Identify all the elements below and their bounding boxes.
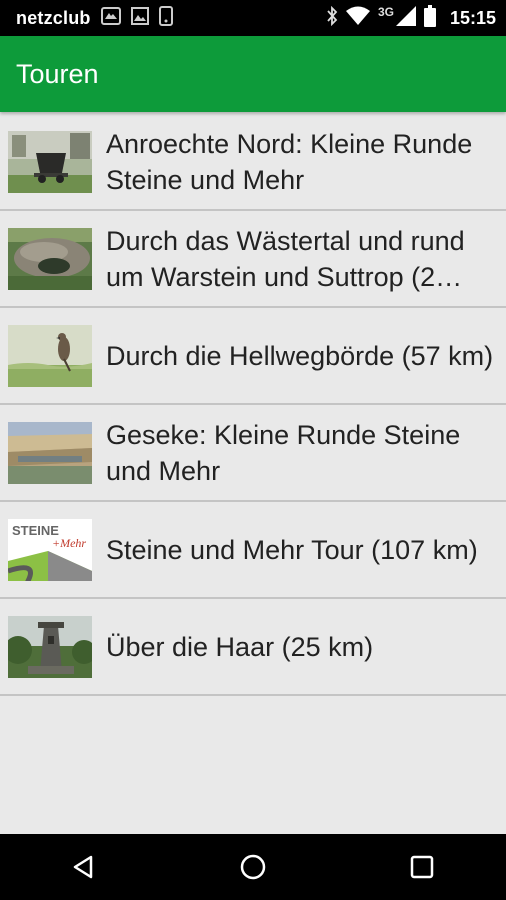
tour-title: Über die Haar (25 km): [106, 631, 374, 662]
image-icon: [130, 6, 149, 30]
tour-title: Geseke: Kleine Runde Steine und Mehr: [106, 419, 461, 486]
signal-icon: [395, 5, 416, 31]
recents-icon: [410, 855, 433, 879]
list-item[interactable]: Durch das Wästertal und rund um Warstein…: [0, 211, 506, 308]
battery-icon: [423, 4, 436, 32]
network-type-label: 3G: [377, 5, 394, 19]
quarry-thumbnail: [8, 421, 92, 484]
tour-title: Anroechte Nord: Kleine Runde Steine und …: [106, 128, 473, 195]
page-title: Touren: [16, 58, 99, 89]
wifi-icon: [345, 6, 370, 31]
bluetooth-icon: [326, 5, 338, 31]
mail-icon: [100, 6, 121, 30]
steine-logo-thumbnail: STEINE +Mehr: [8, 518, 92, 581]
home-button[interactable]: [223, 842, 283, 892]
bird-thumbnail: [8, 324, 92, 387]
rock-thumbnail: [8, 227, 92, 290]
app-bar: Touren: [0, 36, 506, 112]
tour-title: Durch die Hellwegbörde (57 km): [106, 340, 494, 371]
status-bar: netzclub 3G 15:15: [0, 0, 506, 36]
phone-icon: [158, 5, 173, 31]
home-icon: [240, 854, 266, 880]
navigation-bar: [0, 834, 506, 900]
clock: 15:15: [449, 7, 496, 28]
tour-title: Durch das Wästertal und rund um Warstein…: [106, 225, 465, 292]
recents-button[interactable]: [392, 842, 452, 892]
list-item[interactable]: Geseke: Kleine Runde Steine und Mehr: [0, 405, 506, 502]
railcar-thumbnail: [8, 130, 92, 193]
tower-thumbnail: [8, 615, 92, 678]
list-item[interactable]: Anroechte Nord: Kleine Runde Steine und …: [0, 114, 506, 211]
tour-list: Anroechte Nord: Kleine Runde Steine und …: [0, 114, 506, 696]
logo-text: +Mehr: [52, 536, 86, 550]
back-button[interactable]: [54, 842, 114, 892]
list-item[interactable]: Über die Haar (25 km): [0, 599, 506, 696]
tour-title: Steine und Mehr Tour (107 km): [106, 534, 478, 565]
back-icon: [74, 855, 93, 879]
list-item[interactable]: Durch die Hellwegbörde (57 km): [0, 308, 506, 405]
carrier-name: netzclub: [16, 7, 91, 28]
list-item[interactable]: STEINE +Mehr Steine und Mehr Tour (107 k…: [0, 502, 506, 599]
